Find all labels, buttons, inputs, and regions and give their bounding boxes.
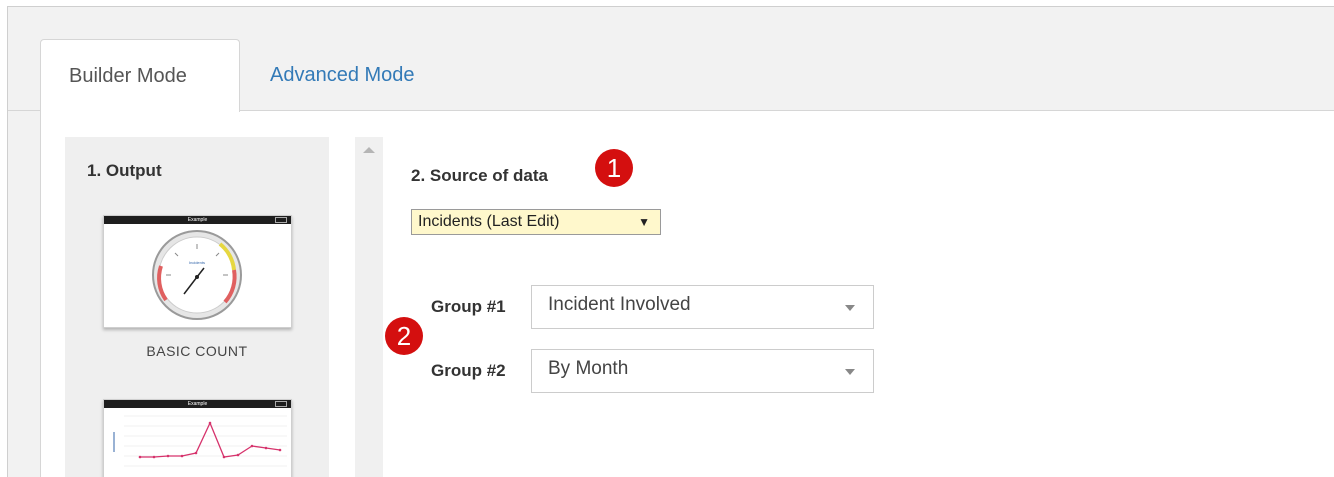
group-2-value: By Month xyxy=(548,358,629,379)
thumbnail-header: Example xyxy=(104,216,291,224)
builder-content: 1. Output Example Incidents BASIC COUNT … xyxy=(40,111,1334,477)
output-title: 1. Output xyxy=(87,161,162,180)
line-chart-preview xyxy=(113,415,287,467)
group-1-value: Incident Involved xyxy=(548,294,691,315)
tab-builder-mode[interactable]: Builder Mode xyxy=(40,39,240,112)
group-2-select[interactable]: By Month xyxy=(531,349,874,393)
callout-badge-2: 2 xyxy=(385,317,423,355)
output-option-line-chart[interactable]: Example xyxy=(103,399,292,477)
group-2-label: Group #2 xyxy=(431,361,506,380)
thumbnail-controls-icon xyxy=(275,217,287,223)
group-1-select[interactable]: Incident Involved xyxy=(531,285,874,329)
output-option-caption: BASIC COUNT xyxy=(146,343,248,359)
gauge-preview: Incidents xyxy=(152,230,242,320)
thumbnail-header: Example xyxy=(104,400,291,408)
output-panel: 1. Output Example Incidents BASIC COUNT … xyxy=(65,137,329,477)
report-builder-frame: Builder Mode Advanced Mode 1. Output Exa… xyxy=(7,6,1334,477)
gauge-center-label: Incidents xyxy=(189,260,205,265)
source-of-data-label: 2. Source of data xyxy=(411,166,548,185)
scrollbar[interactable] xyxy=(355,137,383,477)
thumbnail-controls-icon xyxy=(275,401,287,407)
callout-badge-1: 1 xyxy=(595,149,633,187)
thumbnail-header-label: Example xyxy=(187,217,208,223)
thumbnail-header-label: Example xyxy=(187,401,208,407)
tab-advanced-mode[interactable]: Advanced Mode xyxy=(242,39,443,111)
scroll-up-icon[interactable] xyxy=(363,147,375,153)
dropdown-arrow-icon xyxy=(845,305,855,311)
mode-tabs: Builder Mode Advanced Mode xyxy=(8,7,1334,112)
output-option-basic-count[interactable]: Example Incidents xyxy=(103,215,292,328)
group-1-label: Group #1 xyxy=(431,297,506,316)
dropdown-arrow-icon xyxy=(845,369,855,375)
source-of-data-select[interactable]: Incidents (Last Edit) ▼ xyxy=(411,209,661,235)
dropdown-caret-icon: ▼ xyxy=(638,215,650,229)
line-series xyxy=(140,421,281,458)
source-selected-value: Incidents (Last Edit) xyxy=(418,213,560,230)
